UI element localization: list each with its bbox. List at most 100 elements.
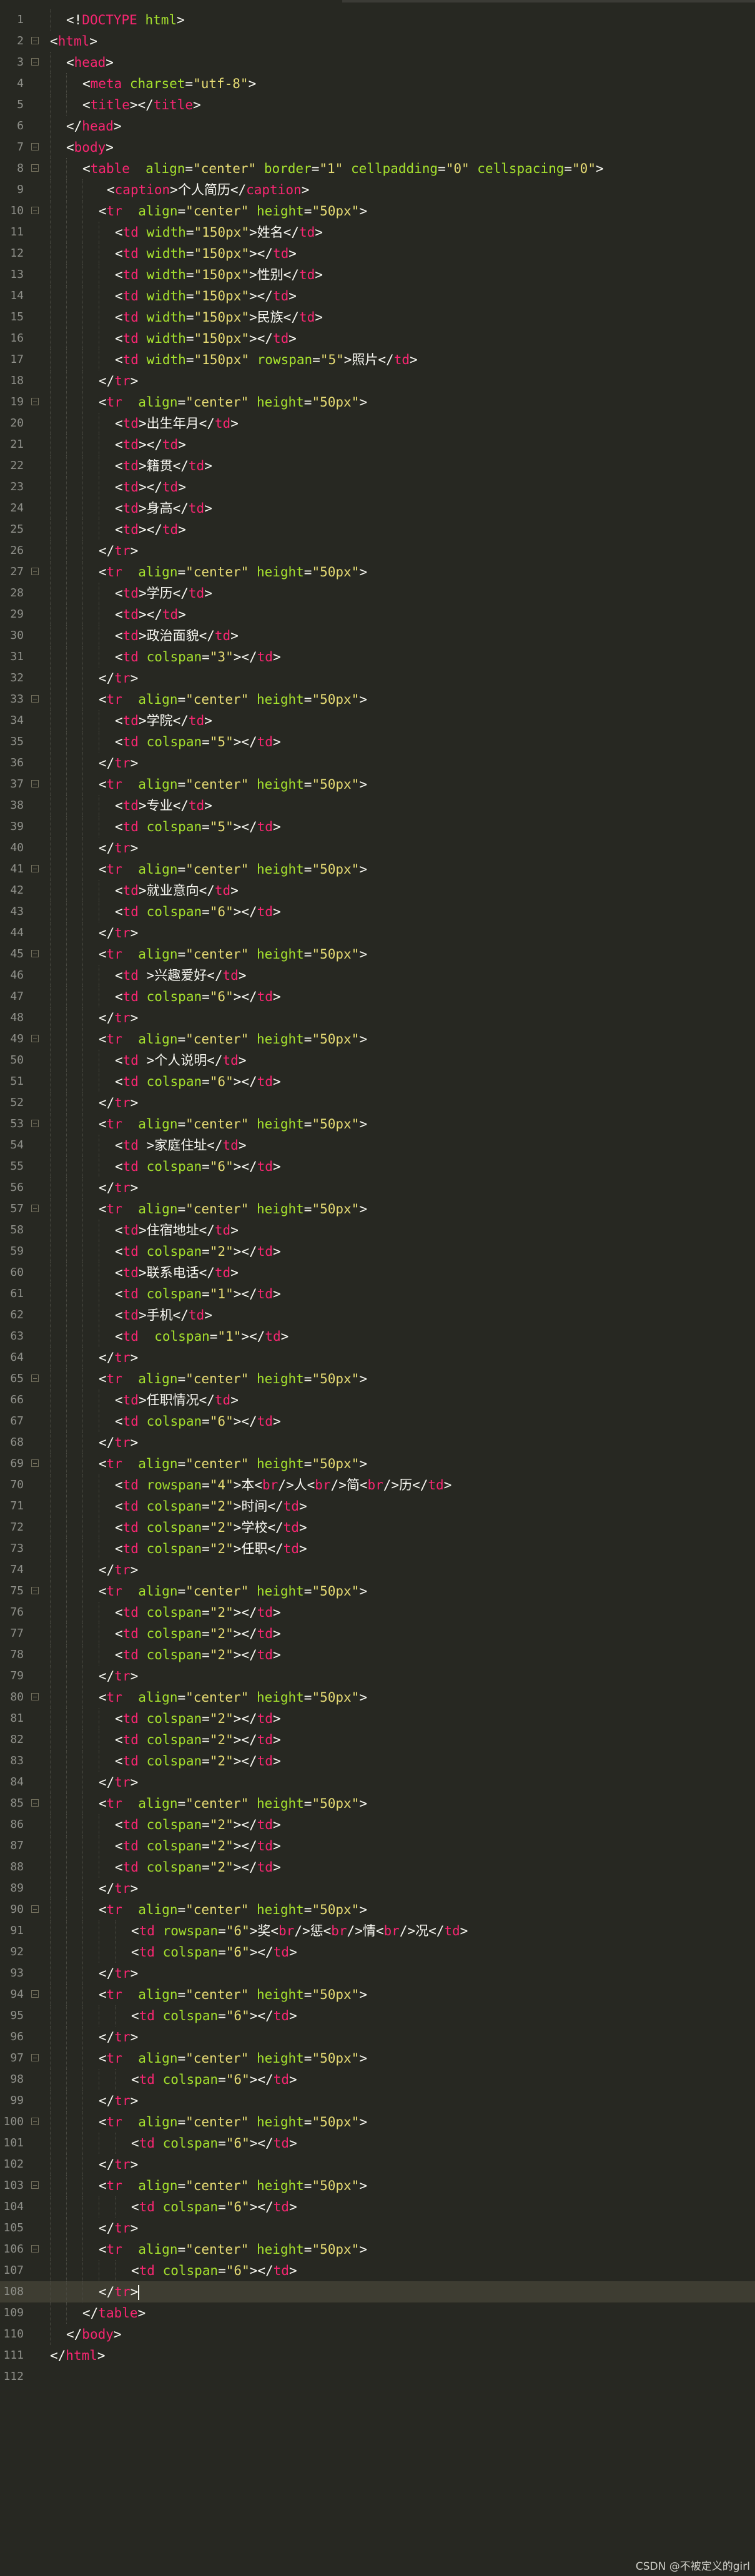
code-line[interactable]: 90 <tr align="center" height="50px"> (0, 1899, 755, 1920)
code-line[interactable]: 36 </tr> (0, 753, 755, 774)
code-line[interactable]: 10 <tr align="center" height="50px"> (0, 200, 755, 222)
code-line[interactable]: 27 <tr align="center" height="50px"> (0, 561, 755, 583)
code-line[interactable]: 33 <tr align="center" height="50px"> (0, 689, 755, 710)
code-line[interactable]: 15 <td width="150px">民族</td> (0, 307, 755, 328)
fold-toggle-icon[interactable] (31, 2054, 39, 2061)
code-line[interactable]: 39 <td colspan="5"></td> (0, 816, 755, 837)
code-line[interactable]: 28 <td>学历</td> (0, 583, 755, 604)
code-line[interactable]: 43 <td colspan="6"></td> (0, 901, 755, 922)
fold-toggle-icon[interactable] (31, 164, 39, 172)
code-line[interactable]: 109 </table> (0, 2302, 755, 2324)
code-line[interactable]: 93 </tr> (0, 1963, 755, 1984)
code-line[interactable]: 16 <td width="150px"></td> (0, 328, 755, 349)
fold-toggle-icon[interactable] (31, 37, 39, 44)
code-line[interactable]: 100 <tr align="center" height="50px"> (0, 2111, 755, 2133)
code-line[interactable]: 63 <td colspan="1"></td> (0, 1326, 755, 1347)
code-line[interactable]: 112 (0, 2366, 755, 2387)
code-line[interactable]: 111 </html> (0, 2345, 755, 2366)
fold-toggle-icon[interactable] (31, 1990, 39, 1998)
fold-toggle-icon[interactable] (31, 1693, 39, 1700)
code-line[interactable]: 14 <td width="150px"></td> (0, 285, 755, 307)
code-line[interactable]: 42 <td>就业意向</td> (0, 880, 755, 901)
code-line[interactable]: 53 <tr align="center" height="50px"> (0, 1113, 755, 1135)
code-line[interactable]: 107 <td colspan="6"></td> (0, 2260, 755, 2281)
fold-toggle-icon[interactable] (31, 2181, 39, 2189)
code-line[interactable]: 83 <td colspan="2"></td> (0, 1750, 755, 1772)
code-line[interactable]: 88 <td colspan="2"></td> (0, 1857, 755, 1878)
code-line[interactable]: 9 <caption>个人简历</caption> (0, 179, 755, 200)
fold-toggle-icon[interactable] (31, 1205, 39, 1212)
code-line[interactable]: 110 </body> (0, 2324, 755, 2345)
code-line[interactable]: 26 </tr> (0, 540, 755, 561)
code-line[interactable]: 79 </tr> (0, 1666, 755, 1687)
code-line[interactable]: 59 <td colspan="2"></td> (0, 1241, 755, 1262)
fold-toggle-icon[interactable] (31, 695, 39, 703)
code-line[interactable]: 13 <td width="150px">性别</td> (0, 264, 755, 285)
code-line[interactable]: 34 <td>学院</td> (0, 710, 755, 731)
code-line[interactable]: 56 </tr> (0, 1177, 755, 1198)
code-line[interactable]: 77 <td colspan="2"></td> (0, 1623, 755, 1644)
code-line[interactable]: 58 <td>住宿地址</td> (0, 1220, 755, 1241)
code-line[interactable]: 7 <body> (0, 137, 755, 158)
code-line[interactable]: 52 </tr> (0, 1092, 755, 1113)
code-line[interactable]: 32 </tr> (0, 668, 755, 689)
fold-toggle-icon[interactable] (31, 1459, 39, 1467)
code-line[interactable]: 89 </tr> (0, 1878, 755, 1899)
code-line[interactable]: 62 <td>手机</td> (0, 1305, 755, 1326)
code-line[interactable]: 102 </tr> (0, 2154, 755, 2175)
fold-toggle-icon[interactable] (31, 2245, 39, 2253)
fold-toggle-icon[interactable] (31, 1587, 39, 1594)
fold-toggle-icon[interactable] (31, 1035, 39, 1042)
code-line[interactable]: 94 <tr align="center" height="50px"> (0, 1984, 755, 2005)
code-line[interactable]: 91 <td rowspan="6">奖<br/>惩<br/>情<br/>况</t… (0, 1920, 755, 1942)
code-line[interactable]: 29 <td></td> (0, 604, 755, 625)
code-line[interactable]: 80 <tr align="center" height="50px"> (0, 1687, 755, 1708)
code-line[interactable]: 11 <td width="150px">姓名</td> (0, 222, 755, 243)
code-line[interactable]: 75 <tr align="center" height="50px"> (0, 1581, 755, 1602)
fold-toggle-icon[interactable] (31, 207, 39, 214)
code-line[interactable]: 66 <td>任职情况</td> (0, 1389, 755, 1411)
code-line[interactable]: 12 <td width="150px"></td> (0, 243, 755, 264)
code-editor[interactable]: 1 <!DOCTYPE html> 2 <html> 3 <head> 4 <meta cha… (0, 0, 755, 2576)
fold-toggle-icon[interactable] (31, 568, 39, 575)
code-line[interactable]: 87 <td colspan="2"></td> (0, 1835, 755, 1857)
code-line[interactable]: 55 <td colspan="6"></td> (0, 1156, 755, 1177)
code-line[interactable]: 44 </tr> (0, 922, 755, 944)
code-line[interactable]: 22 <td>籍贯</td> (0, 455, 755, 476)
code-line[interactable]: 74 </tr> (0, 1559, 755, 1581)
code-line[interactable]: 92 <td colspan="6"></td> (0, 1942, 755, 1963)
code-line[interactable]: 30 <td>政治面貌</td> (0, 625, 755, 646)
code-line[interactable]: 71 <td colspan="2">时间</td> (0, 1496, 755, 1517)
code-line[interactable]: 84 </tr> (0, 1772, 755, 1793)
code-line[interactable]: 98 <td colspan="6"></td> (0, 2069, 755, 2090)
code-line[interactable]: 85 <tr align="center" height="50px"> (0, 1793, 755, 1814)
code-line[interactable]: 35 <td colspan="5"></td> (0, 731, 755, 753)
code-line[interactable]: 37 <tr align="center" height="50px"> (0, 774, 755, 795)
code-line[interactable]: 96 </tr> (0, 2026, 755, 2048)
code-line[interactable]: 1 <!DOCTYPE html> (0, 9, 755, 31)
fold-toggle-icon[interactable] (31, 780, 39, 787)
code-line[interactable]: 20 <td>出生年月</td> (0, 413, 755, 434)
code-line[interactable]: 108 </tr> (0, 2281, 755, 2302)
code-line[interactable]: 23 <td></td> (0, 476, 755, 498)
fold-toggle-icon[interactable] (31, 950, 39, 957)
code-line[interactable]: 99 </tr> (0, 2090, 755, 2111)
code-line[interactable]: 73 <td colspan="2">任职</td> (0, 1538, 755, 1559)
code-line[interactable]: 64 </tr> (0, 1347, 755, 1368)
code-line[interactable]: 40 </tr> (0, 837, 755, 859)
code-line[interactable]: 68 </tr> (0, 1432, 755, 1453)
fold-toggle-icon[interactable] (31, 58, 39, 66)
code-line[interactable]: 45 <tr align="center" height="50px"> (0, 944, 755, 965)
code-line[interactable]: 72 <td colspan="2">学校</td> (0, 1517, 755, 1538)
code-line[interactable]: 95 <td colspan="6"></td> (0, 2005, 755, 2026)
code-line[interactable]: 24 <td>身高</td> (0, 498, 755, 519)
code-line[interactable]: 49 <tr align="center" height="50px"> (0, 1029, 755, 1050)
fold-toggle-icon[interactable] (31, 143, 39, 151)
code-line[interactable]: 101 <td colspan="6"></td> (0, 2133, 755, 2154)
code-line[interactable]: 19 <tr align="center" height="50px"> (0, 392, 755, 413)
code-line[interactable]: 38 <td>专业</td> (0, 795, 755, 816)
code-line[interactable]: 48 </tr> (0, 1007, 755, 1029)
fold-toggle-icon[interactable] (31, 1120, 39, 1127)
code-line[interactable]: 69 <tr align="center" height="50px"> (0, 1453, 755, 1474)
code-line[interactable]: 105 </tr> (0, 2218, 755, 2239)
